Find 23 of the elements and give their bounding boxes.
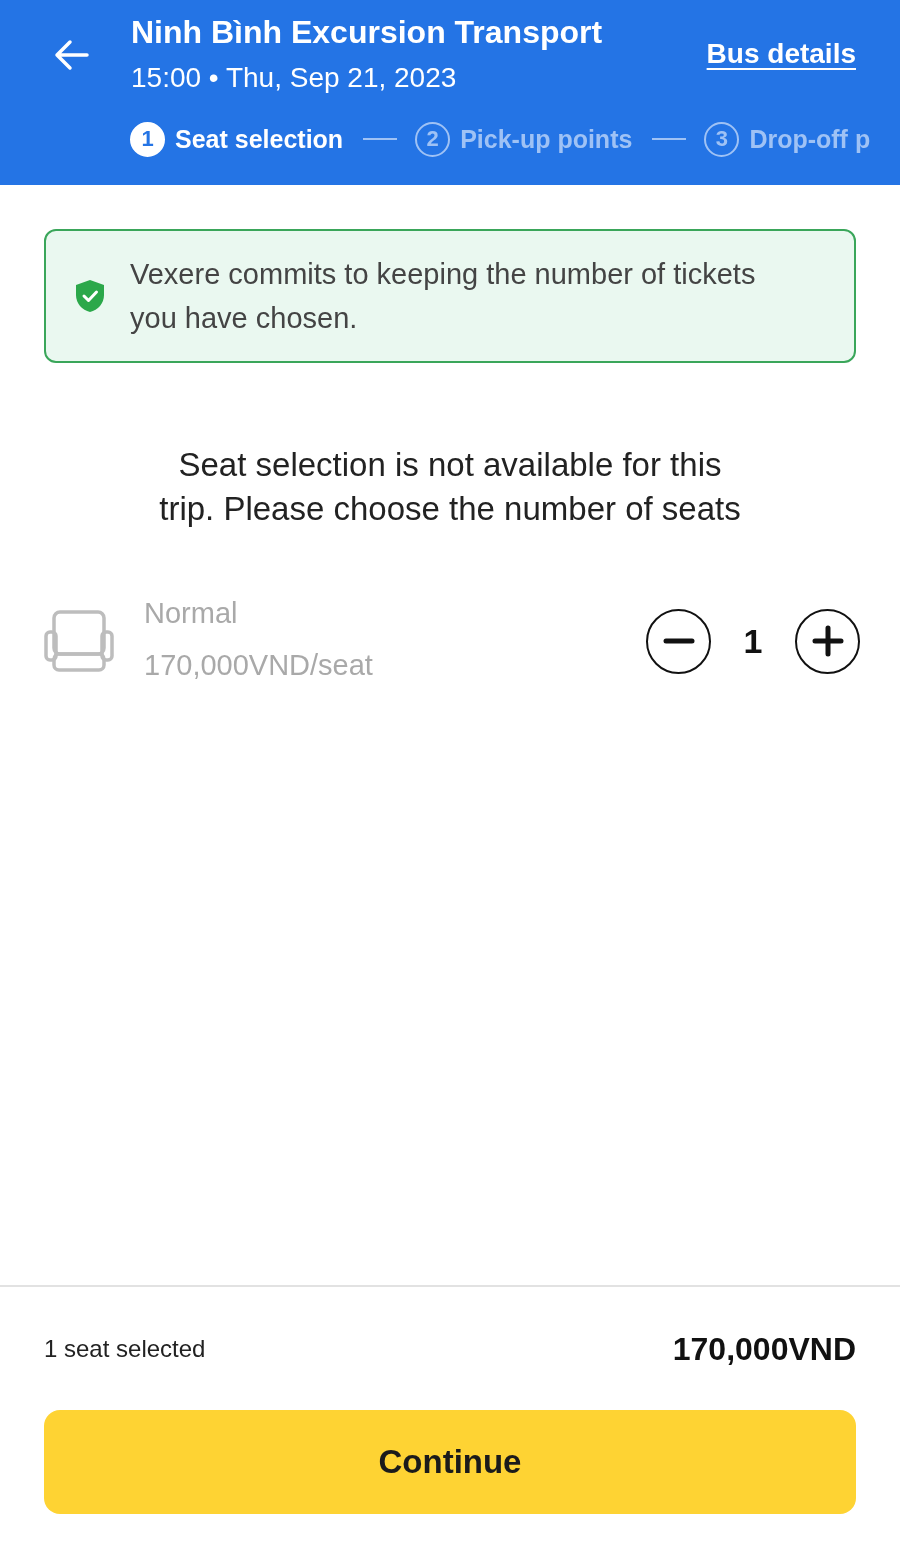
seat-type-name: Normal xyxy=(144,596,239,631)
minus-icon xyxy=(662,638,695,644)
seat-price: 170,000VND/seat xyxy=(144,648,374,683)
continue-button[interactable]: Continue xyxy=(44,1410,856,1514)
step-number: 1 xyxy=(130,121,165,157)
step-number: 2 xyxy=(415,121,451,157)
step-number: 3 xyxy=(704,121,740,157)
shield-check-icon xyxy=(76,280,104,312)
armchair-icon xyxy=(44,610,114,672)
bus-details-link[interactable]: Bus details xyxy=(706,36,856,72)
trip-title: Ninh Bình Excursion Transport xyxy=(131,13,604,52)
info-message: Seat selection is not available for this trip. Please choose the number of seats xyxy=(158,445,742,529)
back-arrow-icon xyxy=(53,39,89,71)
seat-quantity: 1 xyxy=(742,621,764,661)
step-label: Drop-off p xyxy=(749,124,871,155)
step-label: Seat selection xyxy=(175,124,344,155)
total-price: 170,000VND xyxy=(672,1330,856,1368)
trip-datetime: 15:00 • Thu, Sep 21, 2023 xyxy=(131,61,458,95)
notice-text: Vexere commits to keeping the number of tickets you have chosen. xyxy=(130,257,757,336)
back-button[interactable] xyxy=(52,38,90,72)
step-label: Pick-up points xyxy=(460,124,633,155)
plus-icon xyxy=(811,625,844,657)
seat-summary: 1 seat selected xyxy=(44,1335,206,1363)
